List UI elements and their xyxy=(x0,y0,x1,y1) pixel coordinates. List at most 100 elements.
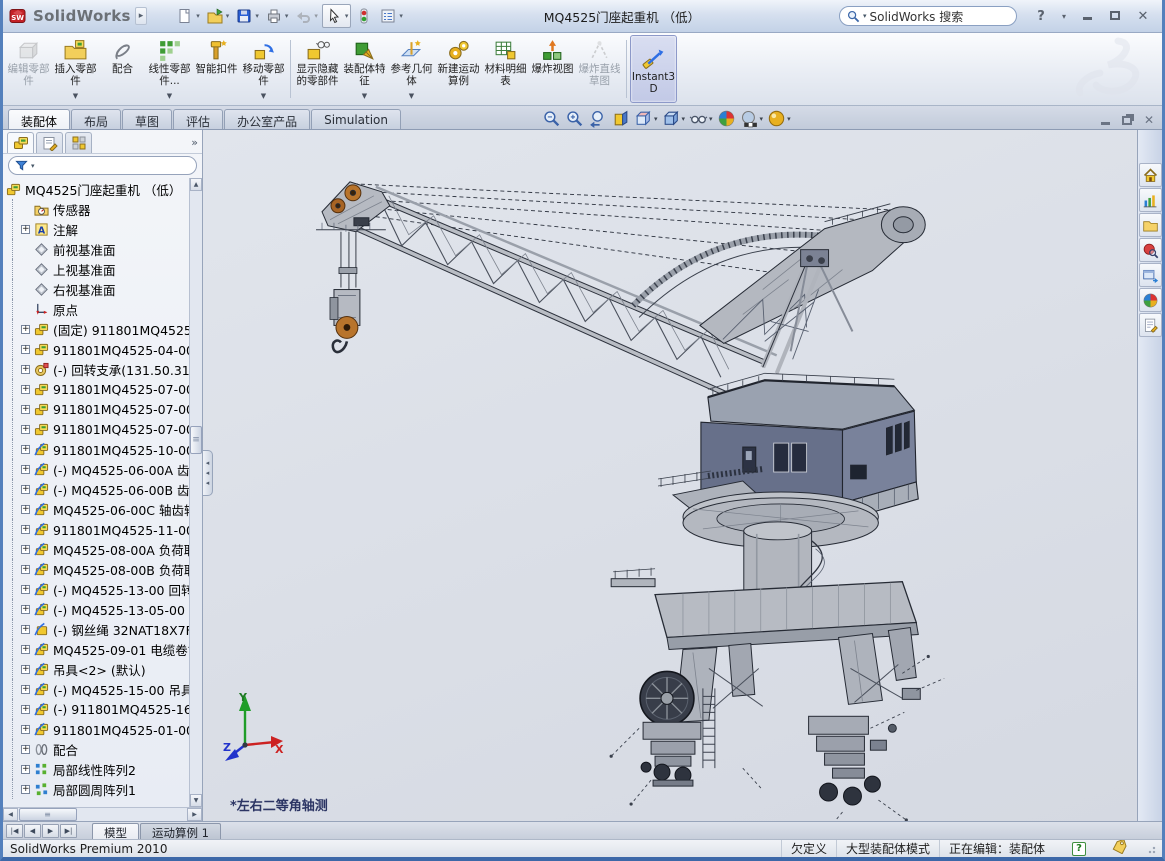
tree-item[interactable]: +911801MQ4525-01-00 门 xyxy=(3,719,189,739)
reference-geometry-button[interactable]: 参考几何体▼ xyxy=(388,35,435,103)
tree-filter-input[interactable]: ▾ xyxy=(8,156,197,175)
doc-restore-button[interactable] xyxy=(1122,110,1132,129)
tree-item[interactable]: +911801MQ4525-07-00A xyxy=(3,379,189,399)
scroll-down-button[interactable]: ▼ xyxy=(190,794,202,807)
previous-view-button[interactable] xyxy=(587,108,608,129)
display-style-dropdown-caret[interactable]: ▾ xyxy=(682,115,686,123)
tag-icon[interactable] xyxy=(1112,840,1128,857)
save-dropdown-caret[interactable]: ▾ xyxy=(255,12,259,20)
expand-toggle[interactable]: + xyxy=(21,345,30,354)
expand-toggle[interactable]: + xyxy=(21,525,30,534)
new-document-button[interactable]: ▾ xyxy=(174,4,202,28)
mate-button[interactable]: 配合 xyxy=(99,35,146,103)
appearances-scenes-button[interactable] xyxy=(1139,288,1162,312)
solidworks-resources-button[interactable] xyxy=(1139,163,1162,187)
tree-item[interactable]: +配合 xyxy=(3,739,189,759)
tree-item[interactable]: +(-) 911801MQ4525-16-0 xyxy=(3,699,189,719)
help-dropdown-caret[interactable]: ▾ xyxy=(1060,12,1068,21)
maximize-button[interactable] xyxy=(1106,9,1124,24)
hide-show-items-dropdown-caret[interactable]: ▾ xyxy=(709,115,713,123)
tree-root-item[interactable]: MQ4525门座起重机 （低） xyxy=(3,179,189,199)
custom-properties-button[interactable] xyxy=(1139,313,1162,337)
expand-toggle[interactable]: + xyxy=(21,785,30,794)
sheet-nav-1[interactable]: ◀ xyxy=(24,824,41,838)
command-tab-Simulation[interactable]: Simulation xyxy=(311,109,401,129)
expand-toggle[interactable]: + xyxy=(21,625,30,634)
tree-item[interactable]: 右视基准面 xyxy=(3,279,189,299)
tree-vertical-scrollbar[interactable]: ▲ ▼ xyxy=(189,178,202,807)
expand-toggle[interactable]: + xyxy=(21,705,30,714)
view-palette-button[interactable] xyxy=(1139,263,1162,287)
expand-toggle[interactable]: + xyxy=(21,665,30,674)
expand-toggle[interactable]: + xyxy=(21,225,30,234)
select-button[interactable]: ▾ xyxy=(322,4,352,28)
expand-toggle[interactable]: + xyxy=(21,685,30,694)
save-button[interactable]: ▾ xyxy=(233,4,261,28)
tree-item[interactable]: +(-) MQ4525-13-00 回转柱 xyxy=(3,579,189,599)
design-library-button[interactable] xyxy=(1139,188,1162,212)
tree-item[interactable]: +911801MQ4525-10-00 门 xyxy=(3,439,189,459)
display-style-button[interactable]: ▾ xyxy=(661,108,687,129)
scroll-track[interactable] xyxy=(190,191,202,794)
move-component-dropdown-caret[interactable]: ▼ xyxy=(261,91,266,104)
expand-toggle[interactable]: + xyxy=(21,365,30,374)
expand-toggle[interactable]: + xyxy=(21,405,30,414)
tree-item[interactable]: +MQ4525-06-00C 轴齿轮 xyxy=(3,499,189,519)
zoom-area-button[interactable] xyxy=(564,108,585,129)
tree-item[interactable]: +吊具<2> (默认) xyxy=(3,659,189,679)
model-tab-模型[interactable]: 模型 xyxy=(92,823,139,839)
new-motion-study-button[interactable]: 新建运动算例 xyxy=(435,35,482,103)
zoom-fit-button[interactable] xyxy=(541,108,562,129)
minimize-button[interactable] xyxy=(1078,9,1096,24)
sheet-nav-0[interactable]: |◀ xyxy=(6,824,23,838)
view-orientation-dropdown-caret[interactable]: ▾ xyxy=(654,115,658,123)
tree-item[interactable]: +(固定) 911801MQ4525-0 xyxy=(3,319,189,339)
tree-item[interactable]: +(-) MQ4525-06-00B 齿条 xyxy=(3,479,189,499)
linear-component-pattern-button[interactable]: 线性零部件...▼ xyxy=(146,35,193,103)
tree-item[interactable]: +(-) MQ4525-06-00A 齿条 xyxy=(3,459,189,479)
edit-component-button[interactable]: 编辑零部件 xyxy=(5,35,52,103)
open-button[interactable]: ▾ xyxy=(204,4,232,28)
exploded-view-button[interactable]: 爆炸视图 xyxy=(529,35,576,103)
command-tab-草图[interactable]: 草图 xyxy=(122,109,172,129)
explode-line-sketch-button[interactable]: 爆炸直线草图 xyxy=(576,35,623,103)
scroll-right-button[interactable]: ▶ xyxy=(187,808,202,821)
expand-toggle[interactable]: + xyxy=(21,725,30,734)
undo-dropdown-caret[interactable]: ▾ xyxy=(314,12,318,20)
instant3d-button[interactable]: Instant3D xyxy=(630,35,677,103)
linear-component-pattern-dropdown-caret[interactable]: ▼ xyxy=(167,91,172,104)
print-dropdown-caret[interactable]: ▾ xyxy=(285,12,289,20)
filter-options-caret[interactable]: ▾ xyxy=(31,162,35,170)
reference-geometry-dropdown-caret[interactable]: ▼ xyxy=(409,91,414,104)
tree-item[interactable]: +911801MQ4525-07-00C xyxy=(3,419,189,439)
panel-tabs-overflow[interactable]: » xyxy=(191,136,198,149)
expand-toggle[interactable]: + xyxy=(21,545,30,554)
sheet-nav-2[interactable]: ▶ xyxy=(42,824,59,838)
undo-button[interactable]: ▾ xyxy=(292,4,320,28)
hscroll-thumb[interactable] xyxy=(19,808,77,821)
move-component-button[interactable]: 移动零部件▼ xyxy=(240,35,287,103)
new-document-dropdown-caret[interactable]: ▾ xyxy=(196,12,200,20)
expand-toggle[interactable]: + xyxy=(21,765,30,774)
file-explorer-button[interactable] xyxy=(1139,213,1162,237)
expand-toggle[interactable]: + xyxy=(21,465,30,474)
options-dropdown-caret[interactable]: ▾ xyxy=(399,12,403,20)
hide-show-items-button[interactable]: ▾ xyxy=(688,108,714,129)
command-tab-布局[interactable]: 布局 xyxy=(71,109,121,129)
toolbox-button[interactable] xyxy=(353,4,375,28)
solidworks-search-box[interactable]: ▾ SolidWorks 搜索 xyxy=(839,6,1017,26)
tree-item[interactable]: +(-) MQ4525-15-00 吊具电 xyxy=(3,679,189,699)
tree-item[interactable]: +MQ4525-09-01 电缆卷筒 xyxy=(3,639,189,659)
expand-toggle[interactable]: + xyxy=(21,605,30,614)
tree-item[interactable]: +(-) 钢丝绳 32NAT18X7Fi- xyxy=(3,619,189,639)
command-tab-评估[interactable]: 评估 xyxy=(173,109,223,129)
resize-grip[interactable] xyxy=(1148,844,1158,854)
smart-fasteners-button[interactable]: 智能扣件 xyxy=(193,35,240,103)
search-scope-caret[interactable]: ▾ xyxy=(863,12,867,20)
tree-item[interactable]: 上视基准面 xyxy=(3,259,189,279)
help-button[interactable]: ? xyxy=(1032,9,1050,24)
insert-component-button[interactable]: 插入零部件▼ xyxy=(52,35,99,103)
expand-toggle[interactable]: + xyxy=(21,485,30,494)
tree-item[interactable]: 传感器 xyxy=(3,199,189,219)
doc-close-button[interactable]: ✕ xyxy=(1144,113,1154,127)
